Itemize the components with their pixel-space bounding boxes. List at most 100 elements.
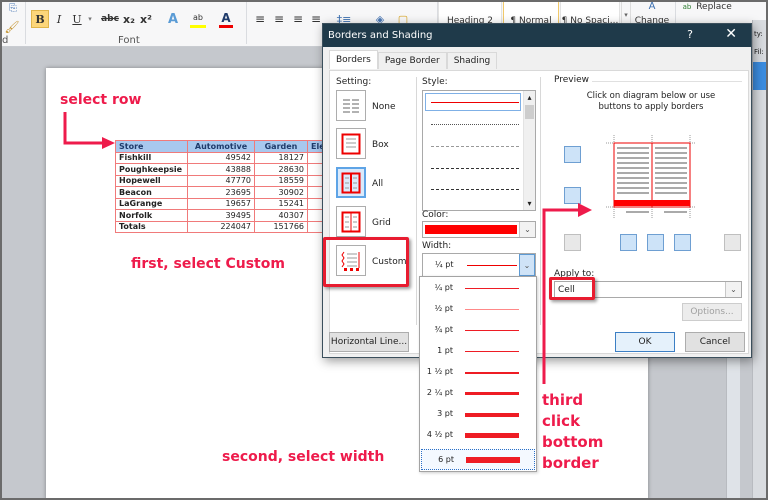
tab-shading[interactable]: Shading (446, 52, 498, 69)
width-option[interactable]: 4 ½ pt (421, 425, 535, 446)
width-option[interactable]: ½ pt (421, 299, 535, 320)
side-pane-selection[interactable] (753, 62, 768, 90)
header-cell[interactable]: Store (115, 140, 188, 153)
align-right-icon[interactable]: ≡ (292, 10, 304, 28)
replace-icon[interactable]: ab (680, 1, 694, 13)
ok-button[interactable]: OK (615, 332, 675, 352)
cell[interactable]: 40307 (254, 209, 308, 222)
cell[interactable]: 151766 (254, 220, 308, 233)
align-center-icon[interactable]: ≡ (273, 10, 285, 28)
cell[interactable]: Fishkill (115, 151, 188, 164)
setting-grid-button[interactable] (336, 206, 366, 237)
table-row[interactable]: LaGrange 19657 15241 (115, 197, 329, 210)
style-option-dotted[interactable] (431, 124, 519, 125)
format-painter-icon[interactable]: 🖌 (4, 18, 20, 36)
cell[interactable]: Hopewell (115, 174, 188, 187)
table-row[interactable]: Fishkill 49542 18127 (115, 151, 329, 164)
style-option-solid[interactable] (431, 102, 519, 103)
cell[interactable]: 19657 (187, 197, 255, 210)
scroll-down-icon[interactable]: ▾ (524, 199, 535, 208)
style-listbox[interactable]: ▴ ▾ (422, 90, 536, 211)
justify-icon[interactable]: ≡ (310, 10, 322, 28)
style-option-dashed[interactable] (431, 168, 519, 169)
highlight-color-icon[interactable]: ab (190, 10, 206, 28)
cell[interactable]: 47770 (187, 174, 255, 187)
width-option-selected[interactable]: 6 pt (421, 449, 535, 470)
color-dropdown[interactable]: ⌄ (422, 221, 536, 238)
width-options-list[interactable]: ¼ pt ½ pt ¾ pt 1 pt 1 ½ pt 2 ¼ pt 3 pt 4… (419, 276, 537, 472)
table-header-row[interactable]: Store Automotive Garden Ele (115, 140, 329, 153)
scroll-thumb[interactable] (525, 105, 534, 119)
italic-button[interactable]: I (52, 10, 66, 28)
tab-page-border[interactable]: Page Border (377, 52, 447, 69)
top-border-button[interactable] (564, 146, 581, 163)
cancel-button[interactable]: Cancel (685, 332, 745, 352)
cell[interactable]: LaGrange (115, 197, 188, 210)
table-row[interactable]: Poughkeepsie 43888 28630 (115, 163, 329, 176)
copy-icon[interactable]: ⎘ (6, 2, 20, 14)
cell[interactable]: Totals (115, 220, 188, 233)
cell[interactable]: 28630 (254, 163, 308, 176)
chevron-down-icon[interactable]: ⌄ (519, 222, 535, 237)
align-left-icon[interactable]: ≡ (254, 10, 266, 28)
table-row[interactable]: Beacon 23695 30902 (115, 186, 329, 199)
style-option-dashed-small[interactable] (431, 146, 519, 147)
left-border-button[interactable] (620, 234, 637, 251)
width-option[interactable]: 3 pt (421, 404, 535, 425)
tab-borders[interactable]: Borders (329, 50, 378, 69)
setting-none-button[interactable] (336, 90, 366, 121)
scroll-up-icon[interactable]: ▴ (524, 93, 535, 102)
style-option-dash-dot[interactable] (431, 189, 519, 190)
width-option[interactable]: ¼ pt (421, 278, 535, 299)
strikethrough-button[interactable]: abc (99, 10, 121, 28)
cell[interactable]: 15241 (254, 197, 308, 210)
width-dropdown[interactable]: ¼ pt ⌄ (422, 253, 536, 277)
cell[interactable]: 18559 (254, 174, 308, 187)
text-effects-icon[interactable]: A (165, 10, 181, 28)
setting-all-button[interactable] (336, 167, 366, 198)
width-option[interactable]: ¾ pt (421, 320, 535, 341)
setting-box-label[interactable]: Box (372, 140, 389, 150)
setting-none-label[interactable]: None (372, 102, 395, 112)
chevron-down-icon[interactable]: ⌄ (725, 282, 741, 297)
cell[interactable]: 43888 (187, 163, 255, 176)
underline-button[interactable]: U (70, 10, 84, 28)
border-preview-diagram[interactable] (606, 135, 696, 219)
cell[interactable]: 224047 (187, 220, 255, 233)
close-button[interactable]: ✕ (725, 26, 737, 42)
underline-dropdown-icon[interactable]: ▾ (86, 10, 94, 28)
bold-button[interactable]: B (31, 10, 49, 28)
width-option[interactable]: 1 pt (421, 341, 535, 362)
change-styles-icon[interactable]: A (634, 0, 670, 12)
cell[interactable]: 18127 (254, 151, 308, 164)
options-button[interactable]: Options... (682, 303, 742, 321)
cell[interactable]: 39495 (187, 209, 255, 222)
help-button[interactable]: ? (687, 28, 693, 41)
replace-button[interactable]: Replace (694, 1, 734, 13)
superscript-button[interactable]: x² (139, 10, 153, 28)
header-cell[interactable]: Garden (254, 140, 308, 153)
setting-box-button[interactable] (336, 128, 366, 159)
font-color-icon[interactable]: A (219, 10, 233, 28)
width-option[interactable]: 2 ¼ pt (421, 383, 535, 404)
header-cell[interactable]: Automotive (187, 140, 255, 153)
table-row[interactable]: Totals 224047 151766 (115, 220, 329, 233)
cell[interactable]: 30902 (254, 186, 308, 199)
right-border-button[interactable] (674, 234, 691, 251)
table-row[interactable]: Hopewell 47770 18559 (115, 174, 329, 187)
width-option[interactable]: 1 ½ pt (421, 362, 535, 383)
inside-vertical-border-button[interactable] (647, 234, 664, 251)
style-scrollbar[interactable]: ▴ ▾ (523, 91, 535, 210)
horizontal-line-button[interactable]: Horizontal Line... (329, 332, 409, 352)
cell[interactable]: 23695 (187, 186, 255, 199)
setting-all-label[interactable]: All (372, 179, 383, 189)
cell[interactable]: Beacon (115, 186, 188, 199)
setting-grid-label[interactable]: Grid (372, 218, 391, 228)
cell[interactable]: Norfolk (115, 209, 188, 222)
dialog-title-bar[interactable]: Borders and Shading ? ✕ (323, 24, 751, 47)
cell[interactable]: 49542 (187, 151, 255, 164)
table-row[interactable]: Norfolk 39495 40307 (115, 209, 329, 222)
cell[interactable]: Poughkeepsie (115, 163, 188, 176)
subscript-button[interactable]: x₂ (122, 10, 136, 28)
chevron-down-icon[interactable]: ⌄ (519, 254, 535, 276)
